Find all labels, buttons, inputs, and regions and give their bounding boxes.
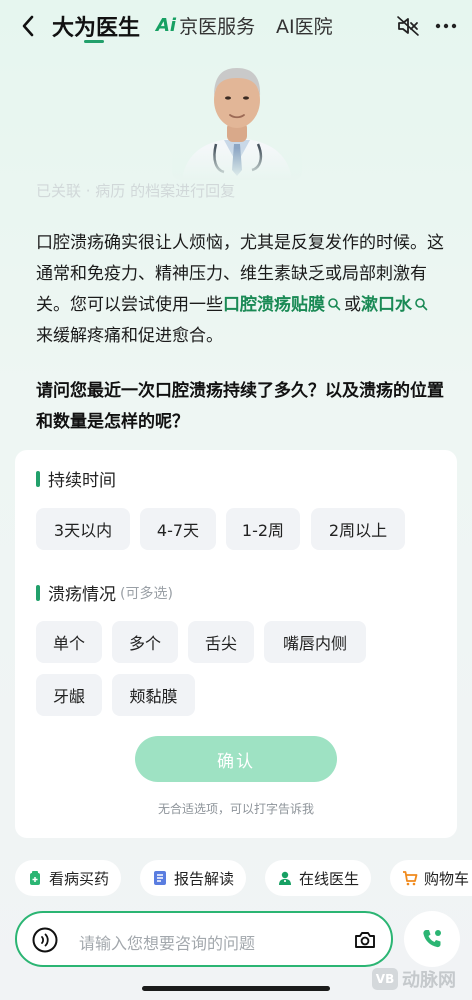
active-tab-indicator [84,40,104,43]
linked-record-hint: 已关联 · 病历 的档案进行回复 [36,182,236,200]
search-icon[interactable] [327,297,341,311]
phone-call-button[interactable] [404,911,460,967]
watermark-text: 动脉网 [402,970,456,991]
condition-section-title: 溃疡情况 (可多选) [36,580,173,605]
no-option-tip: 无合适选项，可以打字告诉我 [157,802,314,816]
duration-section-title: 持续时间 [36,466,116,491]
option-chip[interactable]: 舌尖 [188,621,254,663]
option-chip[interactable]: 多个 [112,621,178,663]
quick-action-label: 报告解读 [174,869,235,888]
keyword-link-mouthwash[interactable]: 漱口水 [361,295,412,315]
confirm-button[interactable]: 确认 [135,736,337,782]
watermark-logo-icon: VB [372,968,398,990]
quick-action-buy-medicine[interactable]: 看病买药 [15,860,122,896]
doctor-icon [277,870,293,886]
back-chevron-icon[interactable] [14,12,42,40]
quick-action-report[interactable]: 报告解读 [140,860,247,896]
option-chip[interactable]: 单个 [36,621,102,663]
top-nav-bar: 大为医生 Ai 京医服务 AI医院 [0,0,472,52]
condition-title-text: 溃疡情况 [48,585,116,605]
ai-answer-text: 口腔溃疡确实很让人烦恼，尤其是反复发作的时候。这通常和免疫力、精神压力、维生素缺… [36,228,446,352]
report-document-icon [152,870,168,886]
medicine-bottle-icon [27,870,43,886]
shopping-cart-icon [402,870,418,886]
keyword-link-ulcer-patch[interactable]: 口腔溃疡贴膜 [223,295,325,315]
mute-speaker-icon[interactable] [396,14,420,38]
option-chip[interactable]: 颊黏膜 [112,674,195,716]
multi-select-hint: (可多选) [120,585,173,602]
quick-action-cart[interactable]: 购物车 [390,860,472,896]
question-input-bar[interactable]: 请输入您想要咨询的问题 [15,911,393,967]
watermark: VB 动脉网 [372,966,456,992]
camera-icon[interactable] [353,928,377,952]
section-accent-bar [36,470,40,487]
quick-action-online-doctor[interactable]: 在线医生 [265,860,372,896]
answer-tail: 来缓解疼痛和促进愈合。 [36,326,223,346]
quick-action-label: 购物车 [424,869,470,888]
tab-jd-label: 京医服务 [179,16,256,38]
option-chip[interactable]: 3天以内 [36,508,130,550]
question-input-placeholder[interactable]: 请输入您想要咨询的问题 [79,930,255,954]
home-indicator[interactable] [142,986,330,991]
duration-title-text: 持续时间 [48,471,116,491]
voice-input-icon[interactable] [32,927,58,953]
search-icon[interactable] [414,297,428,311]
follow-up-question: 请问您最近一次口腔溃疡持续了多久？以及溃疡的位置和数量是怎样的呢？ [36,381,444,432]
option-chip[interactable]: 牙龈 [36,674,102,716]
tab-dawei-doctor[interactable]: 大为医生 [52,10,140,42]
tab-jd-medical-service[interactable]: Ai 京医服务 [156,12,255,39]
ai-logo-icon: Ai [156,15,177,36]
section-accent-bar [36,584,40,601]
option-chip[interactable]: 2周以上 [311,508,405,550]
options-card: 持续时间 3天以内 4-7天 1-2周 2周以上 溃疡情况 (可多选) 单个 多… [15,450,457,838]
tab-ai-hospital[interactable]: AI医院 [276,12,333,39]
phone-icon [423,930,441,948]
quick-action-label: 看病买药 [49,869,110,888]
more-options-icon[interactable] [434,14,458,38]
doctor-avatar [172,52,302,180]
quick-action-label: 在线医生 [299,869,360,888]
option-chip[interactable]: 嘴唇内侧 [264,621,366,663]
option-chip[interactable]: 4-7天 [140,508,216,550]
option-chip[interactable]: 1-2周 [226,508,300,550]
answer-connector: 或 [344,295,361,315]
